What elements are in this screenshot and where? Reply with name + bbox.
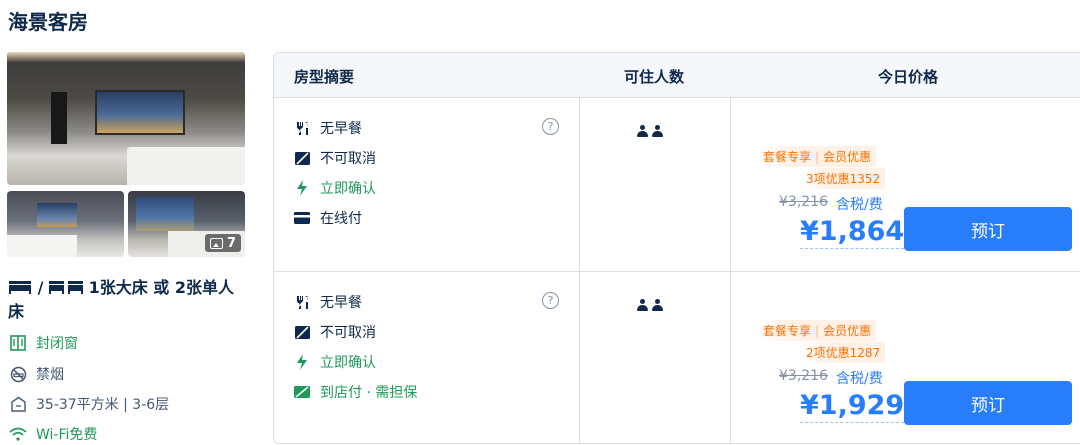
area-icon xyxy=(8,395,28,413)
photo-tv xyxy=(51,92,67,144)
policy-breakfast: 无早餐 xyxy=(294,292,362,312)
photo-window xyxy=(136,197,194,231)
table-header: 房型摘要 可住人数 今日价格 xyxy=(274,53,1080,97)
help-icon[interactable]: ? xyxy=(542,292,559,309)
occupancy-guests xyxy=(637,125,663,138)
no-smoking-icon xyxy=(8,365,28,383)
policy-text: 不可取消 xyxy=(320,151,376,167)
policy-payment: 在线付 xyxy=(294,208,362,228)
person-icon xyxy=(652,125,663,138)
room-photo-thumb-1[interactable] xyxy=(7,191,124,257)
person-icon xyxy=(652,299,663,312)
policy-confirm: 立即确认 xyxy=(294,178,376,198)
photo-bed xyxy=(127,147,245,185)
photo-bed xyxy=(7,235,77,257)
table-row: 无早餐 ? 不可取消 立即确认 到店付 · 需担保 套餐专享 | 会员优惠 2项优惠… xyxy=(274,271,1080,443)
attribute-text: Wi-Fi免费 xyxy=(36,427,98,443)
photo-window xyxy=(95,90,185,135)
original-price: ¥3,216 xyxy=(779,368,828,384)
image-icon xyxy=(209,237,223,249)
photo-window xyxy=(37,203,77,227)
policy-confirm: 立即确认 xyxy=(294,352,376,372)
card-icon xyxy=(294,210,310,226)
promo-tag: 套餐专享 xyxy=(763,150,812,164)
table-row: 无早餐 ? 不可取消 立即确认 在线付 套餐专享 | 会员优惠 3项优惠1352 ¥… xyxy=(274,97,1080,271)
bed-separator: / xyxy=(37,278,44,297)
policy-text: 不可取消 xyxy=(320,325,376,341)
person-icon xyxy=(637,125,648,138)
policy-text: 无早餐 xyxy=(320,295,362,311)
pay-at-hotel-icon xyxy=(294,384,310,400)
attribute-wifi: Wi-Fi免费 xyxy=(8,424,97,444)
policy-breakfast: 无早餐 xyxy=(294,118,362,138)
no-cancel-icon xyxy=(294,324,310,340)
promo-tag: 会员优惠 xyxy=(823,324,872,338)
tax-note[interactable]: 含税/费 xyxy=(836,194,883,214)
policy-cancellation: 不可取消 xyxy=(294,322,376,342)
current-price: ¥1,929 xyxy=(800,390,905,423)
policy-cancellation: 不可取消 xyxy=(294,148,376,168)
book-button[interactable]: 预订 xyxy=(904,207,1072,251)
no-cancel-icon xyxy=(294,150,310,166)
photo-count-badge[interactable]: 7 xyxy=(204,234,241,252)
window-icon xyxy=(8,334,28,352)
promo-tag: 套餐专享 xyxy=(763,324,812,338)
policy-text: 到店付 · 需担保 xyxy=(320,385,418,401)
attribute-text: 35-37平方米 | 3-6层 xyxy=(36,397,170,413)
fork-knife-icon xyxy=(294,120,310,136)
double-bed-icon xyxy=(9,281,31,294)
room-photo-thumb-2[interactable]: 7 xyxy=(128,191,245,257)
person-icon xyxy=(637,299,648,312)
twin-bed-icon xyxy=(49,281,83,294)
promo-tags[interactable]: 套餐专享 | 会员优惠 xyxy=(758,320,877,341)
photo-count: 7 xyxy=(226,235,236,251)
fork-knife-icon xyxy=(294,294,310,310)
current-price: ¥1,864 xyxy=(800,216,905,249)
tax-note[interactable]: 含税/费 xyxy=(836,368,883,388)
lightning-icon xyxy=(294,354,310,370)
rate-table: 房型摘要 可住人数 今日价格 无早餐 ? 不可取消 立即确认 在线付 套餐专享 |… xyxy=(273,52,1080,444)
promo-detail[interactable]: 3项优惠1352 xyxy=(801,168,886,189)
policy-text: 无早餐 xyxy=(320,121,362,137)
attribute-text: 封闭窗 xyxy=(36,336,78,352)
attribute-area: 35-37平方米 | 3-6层 xyxy=(8,394,169,414)
header-price: 今日价格 xyxy=(878,68,939,86)
policy-payment: 到店付 · 需担保 xyxy=(294,382,417,402)
original-price: ¥3,216 xyxy=(779,194,828,210)
attribute-text: 禁烟 xyxy=(36,367,64,383)
bed-type: / 1张大床 或 2张单人床 xyxy=(8,276,248,324)
photo-ceiling xyxy=(7,52,245,62)
occupancy-guests xyxy=(637,299,663,312)
promo-detail[interactable]: 2项优惠1287 xyxy=(801,342,886,363)
lightning-icon xyxy=(294,180,310,196)
attribute-smoking: 禁烟 xyxy=(8,364,64,384)
policy-text: 立即确认 xyxy=(320,181,376,197)
attribute-window: 封闭窗 xyxy=(8,333,78,353)
promo-tag: 会员优惠 xyxy=(823,150,872,164)
header-room-summary: 房型摘要 xyxy=(294,68,355,86)
wifi-icon xyxy=(8,425,28,443)
header-occupancy: 可住人数 xyxy=(624,68,685,86)
promo-tags[interactable]: 套餐专享 | 会员优惠 xyxy=(758,146,877,167)
policy-text: 在线付 xyxy=(320,211,362,227)
book-button[interactable]: 预订 xyxy=(904,381,1072,425)
section-title: 海景客房 xyxy=(8,10,88,34)
room-photo-main[interactable] xyxy=(7,52,245,185)
help-icon[interactable]: ? xyxy=(542,118,559,135)
policy-text: 立即确认 xyxy=(320,355,376,371)
